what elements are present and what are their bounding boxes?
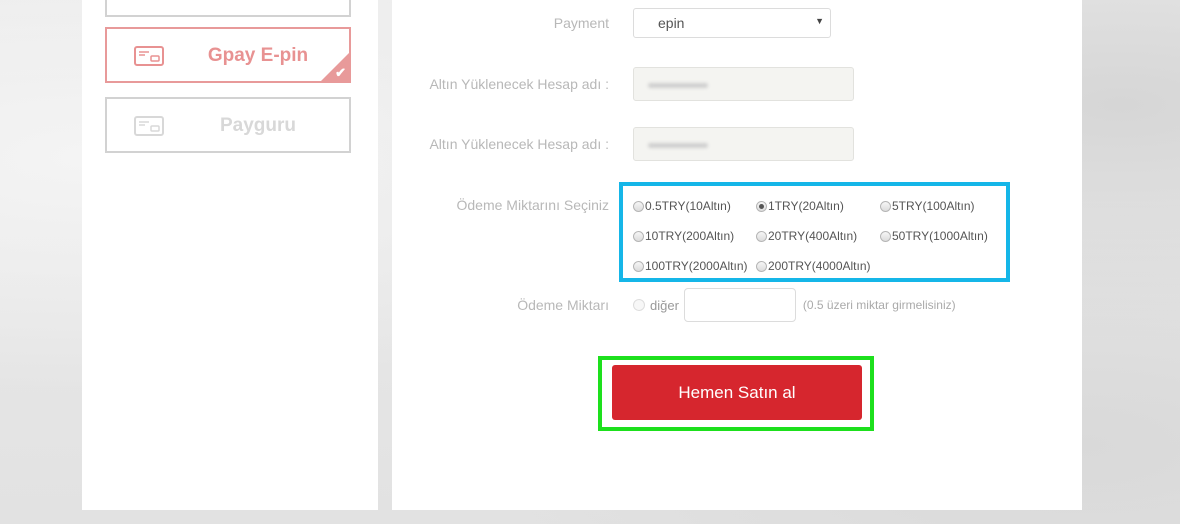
amount-option-200try[interactable]: 200TRY(4000Altın) <box>756 259 871 273</box>
radio-icon[interactable] <box>633 260 644 272</box>
other-amount-label: diğer <box>650 297 679 313</box>
amount-option-5try[interactable]: 5TRY(100Altın) <box>880 199 974 213</box>
payment-select-value: epin <box>658 15 685 31</box>
account-name-field-1[interactable] <box>633 67 854 101</box>
amount-option-10try[interactable]: 10TRY(200Altın) <box>633 229 734 243</box>
payment-method-label: Gpay E-pin <box>207 45 309 66</box>
amount-option-0-5try[interactable]: 0.5TRY(10Altın) <box>633 199 731 213</box>
payment-method-card-top[interactable] <box>105 0 351 17</box>
amount-options-highlight: 0.5TRY(10Altın) 1TRY(20Altın) 5TRY(100Al… <box>619 182 1010 282</box>
amount-option-label: 50TRY(1000Altın) <box>892 229 988 243</box>
radio-icon[interactable] <box>880 200 891 212</box>
amount-option-1try[interactable]: 1TRY(20Altın) <box>756 199 844 213</box>
amount-option-50try[interactable]: 50TRY(1000Altın) <box>880 229 988 243</box>
payment-method-panel: Gpay E-pin ✔ Payguru <box>82 0 378 510</box>
other-amount-input[interactable] <box>683 288 796 322</box>
radio-icon[interactable] <box>633 230 644 242</box>
account-name-label-1: Altın Yüklenecek Hesap adı : <box>429 76 609 92</box>
amount-choice-label: Ödeme Miktarını Seçiniz <box>456 197 610 213</box>
card-icon <box>134 116 164 136</box>
blurred-account-name <box>648 143 708 148</box>
account-name-label-2: Altın Yüklenecek Hesap adı : <box>429 136 609 152</box>
payment-method-gpay-epin[interactable]: Gpay E-pin ✔ <box>105 27 351 83</box>
amount-option-label: 1TRY(20Altın) <box>768 199 844 213</box>
radio-icon[interactable] <box>756 200 767 212</box>
payment-method-label: Payguru <box>219 115 297 136</box>
amount-option-label: 200TRY(4000Altın) <box>768 259 871 273</box>
payment-select[interactable]: epin ▼ <box>633 8 831 38</box>
payment-method-payguru[interactable]: Payguru <box>105 97 351 153</box>
amount-option-label: 0.5TRY(10Altın) <box>645 199 731 213</box>
amount-option-100try[interactable]: 100TRY(2000Altın) <box>633 259 748 273</box>
radio-icon[interactable] <box>756 260 767 272</box>
amount-option-label: 5TRY(100Altın) <box>892 199 975 213</box>
radio-icon[interactable] <box>880 230 891 242</box>
other-amount-radio[interactable] <box>633 299 645 311</box>
amount-option-20try[interactable]: 20TRY(400Altın) <box>756 229 857 243</box>
custom-amount-label: Ödeme Miktarı <box>517 297 609 313</box>
amount-option-label: 10TRY(200Altın) <box>645 229 735 243</box>
blurred-account-name <box>648 83 708 88</box>
check-icon: ✔ <box>335 65 346 80</box>
purchase-form: Payment epin ▼ Altın Yüklenecek Hesap ad… <box>392 0 1082 510</box>
card-icon <box>134 46 164 66</box>
amount-option-label: 20TRY(400Altın) <box>768 229 858 243</box>
radio-icon[interactable] <box>633 200 644 212</box>
chevron-down-icon: ▼ <box>815 16 824 26</box>
payment-label: Payment <box>553 15 609 31</box>
amount-option-label: 100TRY(2000Altın) <box>645 259 748 273</box>
account-name-field-2[interactable] <box>633 127 854 161</box>
custom-amount-row: diğer (0.5 üzeri miktar girmelisiniz) <box>633 288 956 322</box>
other-amount-hint: (0.5 üzeri miktar girmelisiniz) <box>802 298 956 312</box>
radio-icon[interactable] <box>756 230 767 242</box>
buy-now-button[interactable]: Hemen Satın al <box>612 365 862 420</box>
